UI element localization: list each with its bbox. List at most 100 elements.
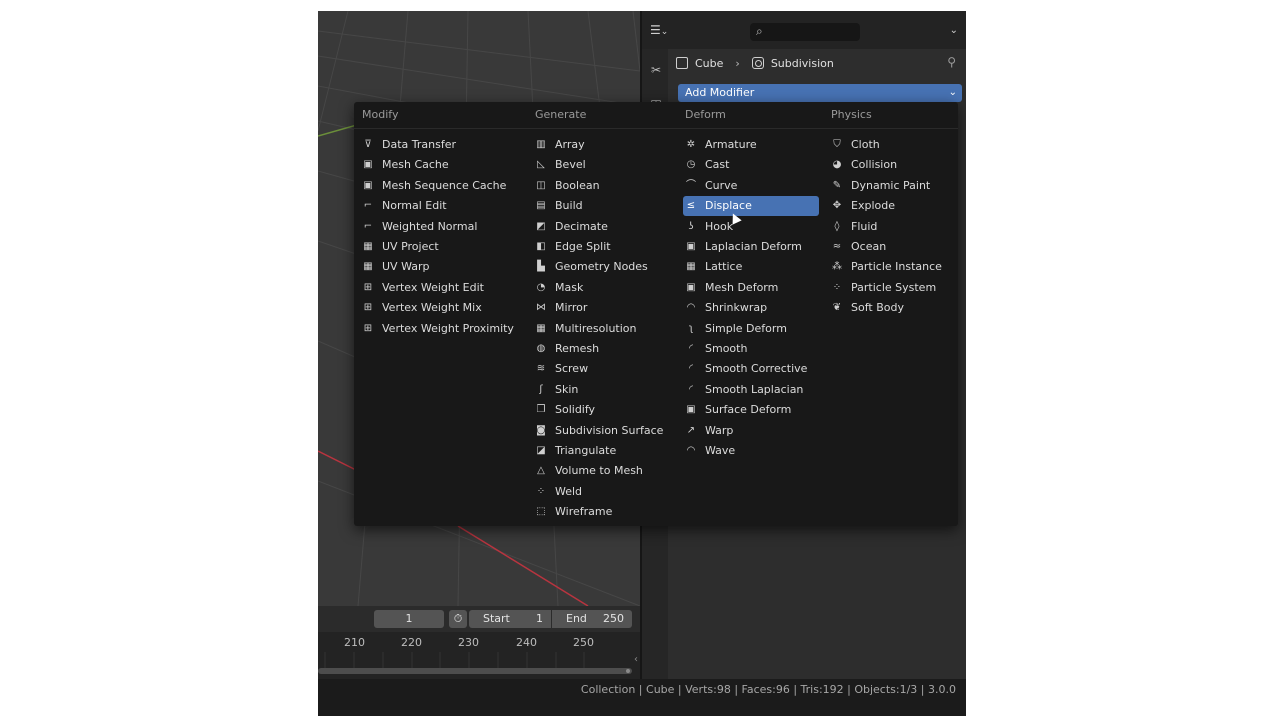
menu-item-cloth[interactable]: ⛉ Cloth xyxy=(829,135,949,155)
menu-item-remesh[interactable]: ◍ Remesh xyxy=(533,339,678,359)
smooth-corrective-icon: ◜ xyxy=(689,363,693,375)
menu-item-label: Decimate xyxy=(555,219,608,233)
menu-item-normal-edit[interactable]: ⌐ Normal Edit xyxy=(360,196,528,216)
uv-project-icon: ▦ xyxy=(363,241,373,252)
menu-item-screw[interactable]: ≋ Screw xyxy=(533,359,678,379)
menu-item-surface-deform[interactable]: ▣ Surface Deform xyxy=(683,400,819,420)
menu-item-dynamic-paint[interactable]: ✎ Dynamic Paint xyxy=(829,176,949,196)
menu-item-label: Soft Body xyxy=(851,301,904,315)
cast-icon: ◷ xyxy=(686,159,696,171)
menu-item-label: Build xyxy=(555,199,583,213)
menu-item-explode[interactable]: ✥ Explode xyxy=(829,196,949,216)
chevron-down-icon[interactable]: ⌄ xyxy=(950,25,958,36)
tool-tab-icon[interactable]: ✂ xyxy=(648,63,664,79)
menu-item-mesh-deform[interactable]: ▣ Mesh Deform xyxy=(683,278,819,298)
timeline-scrollbar[interactable] xyxy=(318,668,632,674)
menu-item-skin[interactable]: ʃ Skin xyxy=(533,380,678,400)
menu-item-decimate[interactable]: ◩ Decimate xyxy=(533,217,678,237)
menu-item-label: Multiresolution xyxy=(555,321,637,335)
menu-item-label: Cast xyxy=(705,158,730,172)
menu-item-vertex-weight-edit[interactable]: ⊞ Vertex Weight Edit xyxy=(360,278,528,298)
menu-item-smooth-corrective[interactable]: ◜ Smooth Corrective xyxy=(683,359,819,379)
menu-item-boolean[interactable]: ◫ Boolean xyxy=(533,176,678,196)
chevron-left-icon[interactable]: ‹ xyxy=(634,654,638,665)
menu-item-smooth[interactable]: ◜ Smooth xyxy=(683,339,819,359)
menu-item-mesh-sequence-cache[interactable]: ▣ Mesh Sequence Cache xyxy=(360,176,528,196)
wave-icon: ◠ xyxy=(686,445,696,456)
menu-item-vertex-weight-proximity[interactable]: ⊞ Vertex Weight Proximity xyxy=(360,319,528,339)
menu-item-bevel[interactable]: ◺ Bevel xyxy=(533,155,678,175)
menu-item-volume-to-mesh[interactable]: △ Volume to Mesh xyxy=(533,461,678,481)
menu-item-simple-deform[interactable]: ʅ Simple Deform xyxy=(683,319,819,339)
start-label: Start xyxy=(483,612,510,625)
menu-item-multiresolution[interactable]: ▦ Multiresolution xyxy=(533,319,678,339)
start-frame-field[interactable]: Start 1 xyxy=(469,610,551,628)
build-icon: ▤ xyxy=(536,200,546,212)
menu-item-label: Solidify xyxy=(555,403,596,417)
menu-column-header: Generate xyxy=(535,108,587,121)
editor-type-button[interactable]: ☰⌄ xyxy=(650,23,680,41)
menu-item-mirror[interactable]: ⋈ Mirror xyxy=(533,298,678,318)
menu-item-triangulate[interactable]: ◪ Triangulate xyxy=(533,441,678,461)
menu-item-label: Edge Split xyxy=(555,240,611,253)
menu-item-mesh-cache[interactable]: ▣ Mesh Cache xyxy=(360,155,528,175)
menu-item-wave[interactable]: ◠ Wave xyxy=(683,441,819,461)
armature-icon: ✲ xyxy=(686,139,696,150)
menu-item-label: Dynamic Paint xyxy=(851,178,931,192)
menu-item-displace[interactable]: ≤ Displace xyxy=(683,196,819,217)
menu-item-solidify[interactable]: ❒ Solidify xyxy=(533,400,678,420)
menu-item-ocean[interactable]: ≈ Ocean xyxy=(829,237,949,257)
soft-body-icon: ❦ xyxy=(832,302,842,314)
menu-item-fluid[interactable]: ◊ Fluid xyxy=(829,217,949,237)
blender-window: ☰⌄ ⌕ ⌄ ✂ ◫ Cube › Subdivision ⚲ Add Modi… xyxy=(318,11,966,716)
displace-icon: ≤ xyxy=(686,200,696,212)
menu-item-curve[interactable]: ⌒ Curve xyxy=(683,176,819,196)
menu-item-laplacian-deform[interactable]: ▣ Laplacian Deform xyxy=(683,237,819,257)
menu-item-label: Mirror xyxy=(555,301,588,315)
menu-item-particle-system[interactable]: ⁘ Particle System xyxy=(829,278,949,298)
vertex-weight-edit-icon: ⊞ xyxy=(363,281,373,293)
menu-item-soft-body[interactable]: ❦ Soft Body xyxy=(829,298,949,318)
menu-item-armature[interactable]: ✲ Armature xyxy=(683,135,819,155)
menu-item-shrinkwrap[interactable]: ◠ Shrinkwrap xyxy=(683,298,819,318)
menu-item-cast[interactable]: ◷ Cast xyxy=(683,155,819,175)
menu-item-collision[interactable]: ◕ Collision xyxy=(829,155,949,175)
menu-item-label: Mask xyxy=(555,280,584,294)
menu-item-geometry-nodes[interactable]: ▙ Geometry Nodes xyxy=(533,257,678,277)
timeline[interactable]: 210 220 230 240 250 ‹ xyxy=(318,632,640,679)
menu-item-vertex-weight-mix[interactable]: ⊞ Vertex Weight Mix xyxy=(360,298,528,318)
clock-icon[interactable]: ⏱ xyxy=(449,610,467,628)
menu-item-build[interactable]: ▤ Build xyxy=(533,196,678,216)
timeline-tick: 230 xyxy=(458,636,479,649)
breadcrumb: Cube › Subdivision xyxy=(676,53,834,73)
menu-item-label: Particle Instance xyxy=(851,260,942,274)
menu-item-label: Triangulate xyxy=(555,444,617,457)
menu-item-edge-split[interactable]: ◧ Edge Split xyxy=(533,237,678,257)
menu-item-hook[interactable]: ʖ Hook xyxy=(683,217,819,237)
menu-item-label: Normal Edit xyxy=(382,199,447,213)
menu-item-uv-project[interactable]: ▦ UV Project xyxy=(360,237,528,257)
menu-item-uv-warp[interactable]: ▦ UV Warp xyxy=(360,257,528,277)
properties-search-input[interactable]: ⌕ xyxy=(750,23,860,41)
timeline-tick: 240 xyxy=(516,636,537,649)
current-frame-field[interactable]: 1 xyxy=(374,610,444,628)
menu-item-smooth-laplacian[interactable]: ◜ Smooth Laplacian xyxy=(683,380,819,400)
pin-icon[interactable]: ⚲ xyxy=(947,55,956,69)
end-frame-field[interactable]: End 250 xyxy=(552,610,632,628)
menu-item-label: Simple Deform xyxy=(705,321,787,335)
add-modifier-button[interactable]: Add Modifier ⌄ xyxy=(678,84,962,102)
menu-item-weighted-normal[interactable]: ⌐ Weighted Normal xyxy=(360,217,528,237)
menu-item-particle-instance[interactable]: ⁂ Particle Instance xyxy=(829,257,949,277)
menu-item-wireframe[interactable]: ⬚ Wireframe xyxy=(533,502,678,522)
menu-item-weld[interactable]: ⁘ Weld xyxy=(533,482,678,502)
menu-item-label: Skin xyxy=(555,382,579,396)
lattice-icon: ▦ xyxy=(686,261,696,273)
menu-item-subdivision-surface[interactable]: ◙ Subdivision Surface xyxy=(533,421,678,441)
menu-item-data-transfer[interactable]: ⊽ Data Transfer xyxy=(360,135,528,155)
menu-item-lattice[interactable]: ▦ Lattice xyxy=(683,257,819,277)
warp-icon: ↗ xyxy=(686,424,696,436)
dynamic-paint-icon: ✎ xyxy=(832,179,842,191)
menu-item-array[interactable]: ▥ Array xyxy=(533,135,678,155)
menu-item-warp[interactable]: ↗ Warp xyxy=(683,421,819,441)
menu-item-mask[interactable]: ◔ Mask xyxy=(533,278,678,298)
